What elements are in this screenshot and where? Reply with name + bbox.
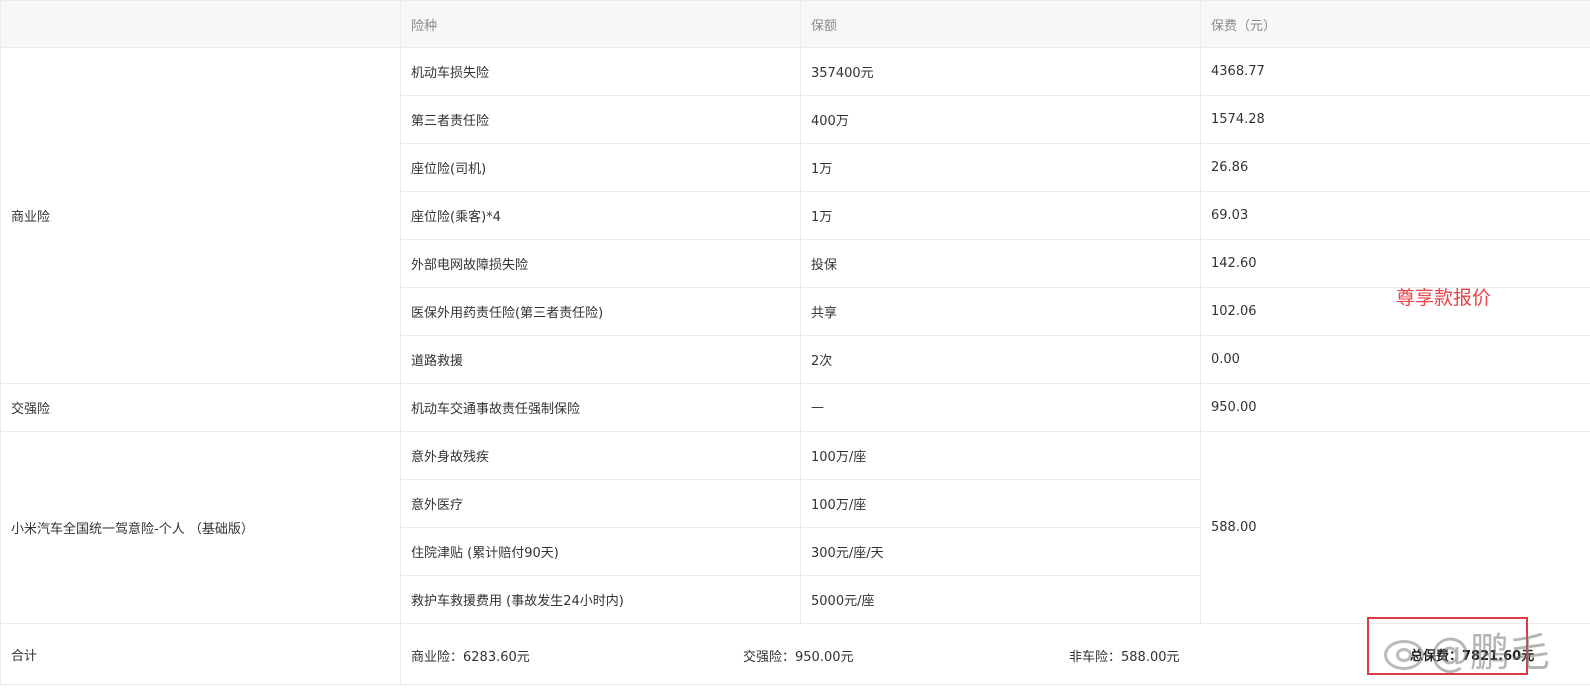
accident-premium: 588.00 xyxy=(1200,431,1590,624)
insurance-name: 救护车救援费用 (事故发生24小时内) xyxy=(400,575,801,624)
table-row: 商业险 机动车损失险 357400元 4368.77 xyxy=(0,47,1590,384)
category-accident: 小米汽车全国统一驾意险-个人 （基础版） xyxy=(0,431,401,624)
insurance-name: 外部电网故障损失险 xyxy=(400,239,801,288)
insurance-name: 意外身故残疾 xyxy=(400,431,801,480)
header-coverage: 保额 xyxy=(800,0,1201,48)
total-commercial: 商业险：6283.60元 xyxy=(411,650,530,665)
watermark-text: @鹏毛 xyxy=(1430,630,1550,676)
insurance-coverage: 100万/座 xyxy=(800,431,1201,480)
insurance-name: 机动车交通事故责任强制保险 xyxy=(400,383,801,432)
total-non-vehicle: 非车险：588.00元 xyxy=(1069,650,1180,665)
insurance-name: 住院津贴 (累计赔付90天) xyxy=(400,527,801,576)
category-commercial: 商业险 xyxy=(0,47,401,384)
insurance-coverage: 300元/座/天 xyxy=(800,527,1201,576)
insurance-coverage: 100万/座 xyxy=(800,479,1201,528)
insurance-coverage: 400万 xyxy=(800,95,1201,144)
insurance-premium: 4368.77 xyxy=(1200,47,1590,96)
insurance-premium: 0.00 xyxy=(1200,335,1590,384)
insurance-premium: 142.60 xyxy=(1200,239,1590,288)
insurance-name: 道路救援 xyxy=(400,335,801,384)
header-insurance-type: 险种 xyxy=(400,0,801,48)
insurance-name: 意外医疗 xyxy=(400,479,801,528)
insurance-coverage: 5000元/座 xyxy=(800,575,1201,624)
insurance-premium: 26.86 xyxy=(1200,143,1590,192)
category-compulsory: 交强险 xyxy=(0,383,401,432)
insurance-name: 医保外用药责任险(第三者责任险) xyxy=(400,287,801,336)
weibo-logo-icon xyxy=(1382,632,1426,670)
insurance-coverage: 357400元 xyxy=(800,47,1201,96)
insurance-coverage: 2次 xyxy=(800,335,1201,384)
insurance-quote-table: 险种 保额 保费（元） 商业险 机动车损失险 357400元 4368.77 第… xyxy=(0,0,1590,685)
insurance-name: 第三者责任险 xyxy=(400,95,801,144)
insurance-coverage: 1万 xyxy=(800,191,1201,240)
insurance-premium: 69.03 xyxy=(1200,191,1590,240)
insurance-coverage: 投保 xyxy=(800,239,1201,288)
total-label: 合计 xyxy=(0,623,401,685)
table-row: 小米汽车全国统一驾意险-个人 （基础版） 意外身故残疾 100万/座 588.0… xyxy=(0,431,1590,624)
insurance-coverage: 共享 xyxy=(800,287,1201,336)
header-category xyxy=(0,0,401,48)
table-row: 交强险 机动车交通事故责任强制保险 — 950.00 xyxy=(0,383,1590,432)
insurance-coverage: — xyxy=(800,383,1201,432)
insurance-name: 座位险(司机) xyxy=(400,143,801,192)
watermark: @鹏毛 xyxy=(1382,620,1550,678)
insurance-name: 机动车损失险 xyxy=(400,47,801,96)
insurance-premium: 950.00 xyxy=(1200,383,1590,432)
insurance-coverage: 1万 xyxy=(800,143,1201,192)
premium-edition-annotation: 尊享款报价 xyxy=(1396,287,1492,309)
total-compulsory: 交强险：950.00元 xyxy=(743,650,854,665)
header-premium: 保费（元） xyxy=(1200,0,1590,48)
insurance-name: 座位险(乘客)*4 xyxy=(400,191,801,240)
table-header-row: 险种 保额 保费（元） xyxy=(0,0,1590,48)
insurance-premium: 1574.28 xyxy=(1200,95,1590,144)
total-row: 合计 商业险：6283.60元 交强险：950.00元 非车险：588.00元 xyxy=(0,623,1590,685)
